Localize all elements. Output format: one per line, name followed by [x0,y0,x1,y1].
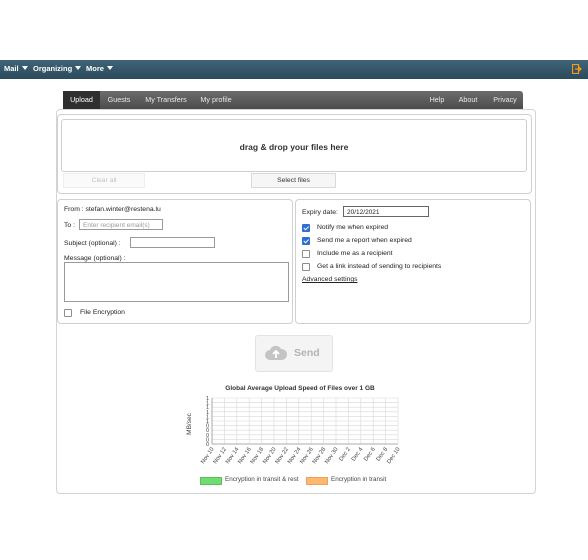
menu-organizing-label: Organizing [33,64,73,73]
x-tick-label: Dec 10 [386,447,401,465]
tab-my-profile[interactable]: My profile [196,91,236,109]
recipient-email-input[interactable]: Enter recipient email(s) [79,219,163,230]
file-encryption-checkbox[interactable] [64,309,72,317]
expiry-label: Expiry date: [302,209,338,216]
menu-more-label: More [86,64,104,73]
send-button[interactable]: Send [255,335,333,372]
exit-icon[interactable] [572,64,582,74]
message-label: Message (optional) : [64,255,126,262]
upload-speed-chart: MB/sec 00000111111Nov 10Nov 12Nov 14Nov … [186,396,402,465]
chevron-down-icon [106,66,113,70]
clear-all-button[interactable]: Clear all [63,173,145,188]
tab-my-transfers[interactable]: My Transfers [140,91,192,109]
from-text: From : stefan.winter@restena.lu [64,206,161,213]
to-label: To : [64,222,75,229]
x-tick-label: Nov 30 [324,447,339,465]
select-files-button[interactable]: Select files [251,173,336,188]
drop-zone-text: drag & drop your files here [239,142,349,152]
tab-guests[interactable]: Guests [102,91,136,109]
drop-zone[interactable]: drag & drop your files here [61,119,527,172]
legend-label-orange: Encryption in transit [331,476,387,483]
file-encryption-label: File Encryption [80,309,125,316]
x-tick-label: Dec 6 [363,447,377,463]
options-panel [295,199,531,324]
menu-organizing[interactable]: Organizing [33,64,82,73]
advanced-settings-link[interactable]: Advanced settings [302,276,358,283]
x-tick-label: Dec 2 [338,447,352,463]
top-menu-bar: Mail Organizing More [0,60,588,79]
legend-label-green: Encryption in transit & rest [225,476,299,483]
expiry-date-input[interactable]: 20/12/2021 [343,206,429,217]
chevron-down-icon [75,66,82,70]
send-label: Send [294,347,320,359]
cloud-upload-icon [265,345,287,360]
report-label: Send me a report when expired [317,237,412,244]
legend-swatch-orange [306,477,328,485]
y-tick-label: 1 [206,396,209,402]
legend-swatch-green [200,477,222,485]
include-me-label: Include me as a recipient [317,250,393,257]
x-tick-label: Dec 4 [351,446,365,462]
report-checkbox[interactable] [302,237,310,245]
message-textarea[interactable] [64,262,289,302]
subject-input[interactable] [130,237,215,248]
chevron-down-icon [21,66,28,70]
menu-mail[interactable]: Mail [4,64,28,73]
notify-checkbox[interactable] [302,224,310,232]
tab-help[interactable]: Help [423,91,451,109]
notify-label: Notify me when expired [317,224,389,231]
include-me-checkbox[interactable] [302,250,310,258]
get-link-checkbox[interactable] [302,263,310,271]
menu-mail-label: Mail [4,64,19,73]
menu-more[interactable]: More [86,64,113,73]
tab-about[interactable]: About [453,91,483,109]
tab-upload[interactable]: Upload [63,91,100,109]
get-link-label: Get a link instead of sending to recipie… [317,263,442,270]
main-tabs: Upload Guests My Transfers My profile He… [63,91,523,109]
y-axis-label: MB/sec [186,412,193,434]
tab-privacy[interactable]: Privacy [488,91,522,109]
subject-label: Subject (optional) : [64,240,121,247]
